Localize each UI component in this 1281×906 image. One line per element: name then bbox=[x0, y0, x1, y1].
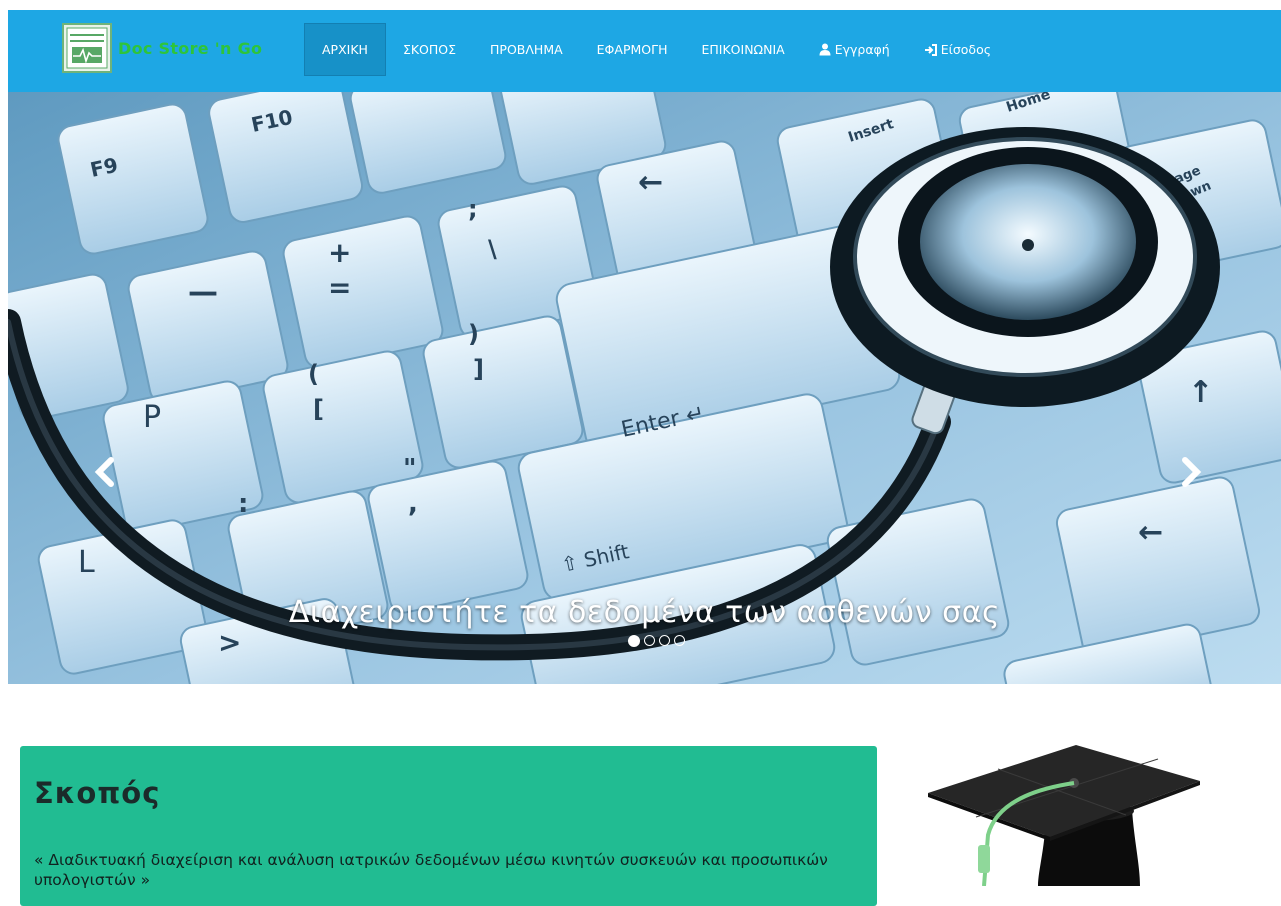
svg-text:L: L bbox=[78, 545, 95, 580]
hero-carousel: F9 F10 + = — P ( [ ) ] ; \ : " , L > ← ←… bbox=[8, 92, 1281, 684]
register-link[interactable]: Εγγραφή bbox=[802, 23, 907, 76]
svg-text:;: ; bbox=[468, 195, 478, 223]
carousel-caption: Διαχειριστήτε τα δεδομένα των ασθενών σα… bbox=[288, 595, 1001, 630]
carousel-indicator-2[interactable] bbox=[644, 635, 655, 646]
login-icon bbox=[924, 43, 937, 56]
svg-text:↑: ↑ bbox=[1188, 375, 1213, 410]
nav-item-problem[interactable]: ΠΡΟΒΛΗΜΑ bbox=[473, 23, 580, 76]
nav-item-label: ΕΠΙΚΟΙΝΩΝΙΑ bbox=[701, 42, 785, 57]
svg-text:P: P bbox=[143, 400, 161, 435]
ecg-monitor-icon bbox=[62, 23, 112, 73]
user-icon bbox=[819, 43, 831, 56]
login-label: Είσοδος bbox=[940, 42, 992, 57]
nav-item-purpose[interactable]: ΣΚΟΠΟΣ bbox=[386, 23, 473, 76]
graduation-cap-icon bbox=[928, 745, 1200, 886]
svg-text:": " bbox=[403, 454, 417, 484]
nav-item-label: ΠΡΟΒΛΗΜΑ bbox=[490, 42, 563, 57]
brand[interactable]: Doc Store 'n Go bbox=[62, 22, 262, 74]
brand-name: Doc Store 'n Go bbox=[118, 38, 263, 58]
nav-item-application[interactable]: ΕΦΑΡΜΟΓΗ bbox=[580, 23, 685, 76]
chevron-right-icon bbox=[1182, 457, 1202, 487]
svg-text:\: \ bbox=[488, 235, 497, 263]
nav-item-label: ΣΚΟΠΟΣ bbox=[402, 42, 457, 57]
svg-text:←: ← bbox=[1138, 515, 1163, 550]
svg-text:—: — bbox=[188, 275, 218, 310]
svg-text:+: + bbox=[328, 236, 351, 269]
register-label: Εγγραφή bbox=[834, 42, 890, 57]
carousel-next-button[interactable] bbox=[1176, 452, 1206, 492]
carousel-indicators bbox=[8, 635, 1281, 647]
purpose-panel: Σκοπός « Διαδικτυακή διαχείριση και ανάλ… bbox=[20, 746, 877, 906]
carousel-prev-button[interactable] bbox=[90, 452, 120, 492]
top-navbar: Doc Store 'n Go ΑΡΧΙΚΗ ΣΚΟΠΟΣ ΠΡΟΒΛΗΜΑ Ε… bbox=[8, 10, 1281, 92]
nav-item-label: ΕΦΑΡΜΟΓΗ bbox=[596, 42, 668, 57]
nav-item-home[interactable]: ΑΡΧΙΚΗ bbox=[304, 23, 386, 76]
chevron-left-icon bbox=[94, 457, 114, 487]
carousel-indicator-3[interactable] bbox=[659, 635, 670, 646]
svg-text:]: ] bbox=[473, 355, 484, 383]
svg-text:=: = bbox=[328, 271, 351, 304]
carousel-indicator-1[interactable] bbox=[628, 635, 640, 647]
nav-item-contact[interactable]: ΕΠΙΚΟΙΝΩΝΙΑ bbox=[684, 23, 801, 76]
svg-text:←: ← bbox=[638, 165, 663, 200]
svg-text:(: ( bbox=[308, 360, 319, 388]
purpose-text: « Διαδικτυακή διαχείριση και ανάλυση ιατ… bbox=[34, 851, 828, 889]
login-link[interactable]: Είσοδος bbox=[907, 23, 1008, 76]
svg-text::: : bbox=[238, 489, 248, 519]
carousel-indicator-4[interactable] bbox=[674, 635, 685, 646]
svg-text:[: [ bbox=[313, 395, 324, 423]
purpose-title: Σκοπός bbox=[34, 776, 161, 810]
svg-text:): ) bbox=[468, 320, 479, 348]
main-menu: ΑΡΧΙΚΗ ΣΚΟΠΟΣ ΠΡΟΒΛΗΜΑ ΕΦΑΡΜΟΓΗ ΕΠΙΚΟΙΝΩ… bbox=[304, 23, 1008, 76]
svg-text:,: , bbox=[408, 489, 418, 519]
nav-item-label: ΑΡΧΙΚΗ bbox=[322, 42, 368, 57]
